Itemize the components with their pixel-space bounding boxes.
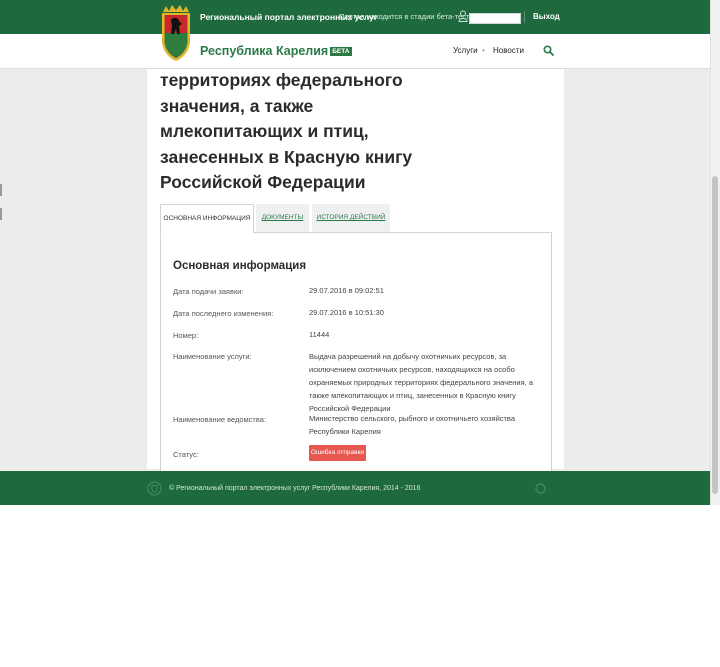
value-last-change: 29.07.2016 в 10:51:30 [309, 308, 384, 317]
footer-copyright: © Региональный портал электронных услуг … [169, 485, 421, 492]
status-badge: Ошибка отправки [309, 445, 366, 461]
label-department: Наименование ведомства: [173, 415, 267, 424]
brand-name: Республика Карелия [200, 44, 329, 58]
value-number: 11444 [309, 330, 330, 339]
nav-item-services[interactable]: Услуги [453, 46, 478, 55]
value-service-name: Выдача разрешений на добычу охотничьих р… [309, 352, 533, 413]
footer-logo-icon [147, 481, 162, 496]
section-title: Основная информация [173, 260, 307, 272]
edge-mark [0, 184, 2, 196]
label-status: Статус: [173, 450, 199, 459]
label-submit-date: Дата подачи заявки: [173, 287, 244, 296]
tab-history[interactable]: История действий [312, 204, 390, 232]
login-field[interactable] [469, 13, 521, 31]
nav-bar [0, 34, 720, 69]
label-service-name: Наименование услуги: [173, 352, 252, 361]
page-title: территориях федерального значения, а так… [160, 70, 413, 192]
nav-separator: • [482, 46, 485, 55]
label-last-change: Дата последнего изменения: [173, 309, 274, 318]
value-submit-date: 29.07.2016 в 09:02:51 [309, 286, 384, 295]
brand-logo-text[interactable]: Республика Карелия БЕТА [200, 44, 352, 58]
edge-mark [0, 208, 2, 220]
value-department: Министерство сельского, рыбного и охотни… [309, 414, 516, 436]
emblem-icon[interactable] [159, 4, 193, 62]
topbar-divider [524, 11, 525, 23]
login-input[interactable] [470, 21, 520, 31]
footer-icon[interactable] [535, 483, 546, 494]
nav-item-news[interactable]: Новости [493, 46, 524, 55]
user-icon[interactable] [458, 10, 468, 22]
search-icon[interactable] [543, 45, 554, 56]
logout-link[interactable]: Выход [533, 12, 560, 21]
tab-main-info[interactable]: Основная информация [160, 204, 254, 234]
label-number: Номер: [173, 331, 199, 340]
tab-documents[interactable]: Документы [256, 204, 309, 232]
beta-badge: БЕТА [330, 47, 352, 56]
scrollbar-thumb[interactable] [712, 176, 718, 494]
